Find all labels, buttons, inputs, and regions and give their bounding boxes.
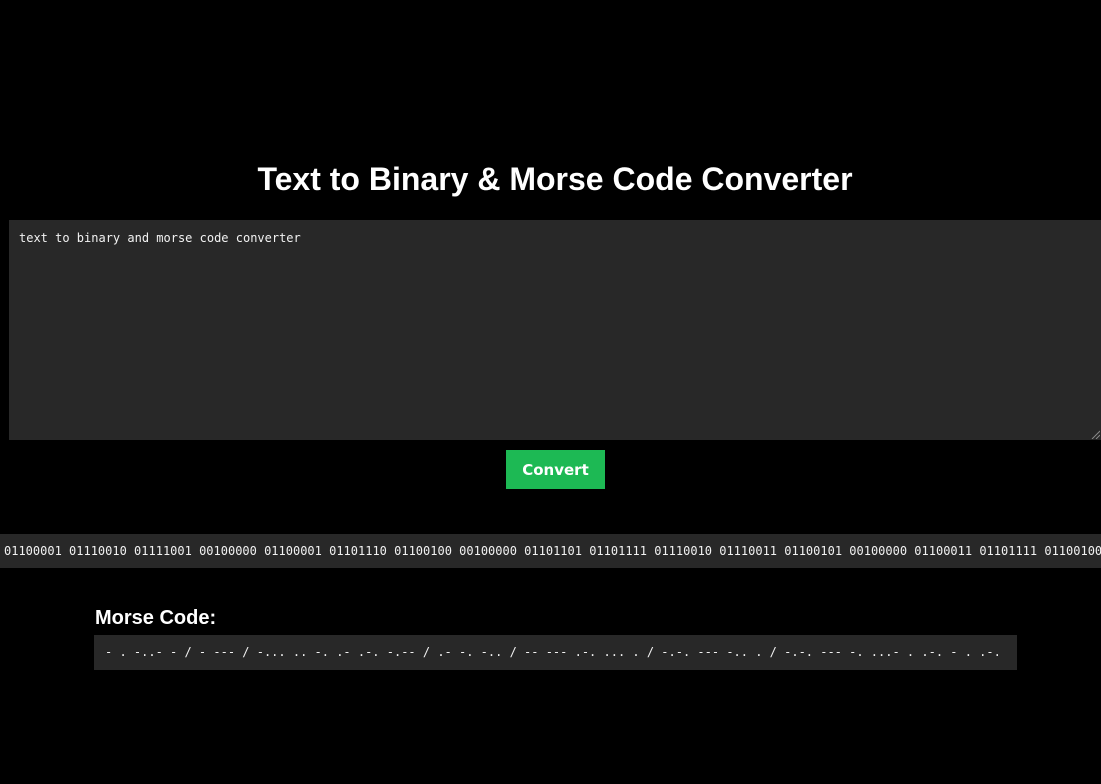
- morse-output: - . -..- - / - --- / -... .. -. .- .-. -…: [94, 635, 1017, 670]
- convert-button[interactable]: Convert: [506, 450, 605, 489]
- page-title: Text to Binary & Morse Code Converter: [257, 161, 853, 197]
- morse-code-heading: Morse Code:: [95, 607, 217, 629]
- binary-output: 01100001 01110010 01111001 00100000 0110…: [0, 534, 1101, 568]
- text-input[interactable]: text to binary and morse code converter: [9, 220, 1101, 440]
